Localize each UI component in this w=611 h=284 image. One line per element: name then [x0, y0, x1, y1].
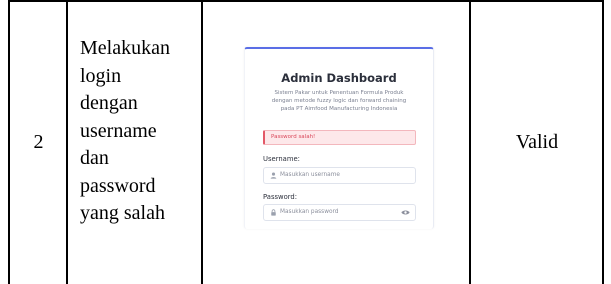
- row-result: Valid: [515, 130, 559, 153]
- password-placeholder: Masukkan password: [280, 209, 339, 215]
- eye-icon[interactable]: [401, 209, 410, 216]
- username-label: Username:: [263, 155, 300, 163]
- subtitle-line: pada PT Aimfood Manufacturing Indonesia: [280, 106, 398, 112]
- row-description: Melakukan login dengan username dan pass…: [80, 35, 200, 228]
- subtitle-line: Sistem Pakar untuk Penentuan Formula Pro…: [274, 90, 404, 96]
- description-line: dengan: [80, 92, 138, 114]
- description-line: login: [80, 64, 122, 87]
- row-number: 2: [33, 130, 44, 153]
- username-placeholder: Masukkan username: [280, 172, 340, 178]
- description-line: dan: [80, 147, 109, 169]
- password-field[interactable]: Masukkan password: [263, 204, 416, 221]
- login-screenshot: Admin Dashboard Sistem Pakar untuk Penen…: [244, 47, 434, 229]
- description-line: username: [80, 119, 157, 142]
- test-case-table: 2 Melakukan login dengan username dan pa…: [0, 0, 611, 284]
- password-label: Password:: [263, 193, 298, 201]
- dashboard-subtitle: Sistem Pakar untuk Penentuan Formula Pro…: [255, 89, 423, 113]
- table-border-col2: [201, 0, 203, 284]
- error-alert: Password salah!: [263, 130, 416, 145]
- description-line: Melakukan: [80, 37, 170, 59]
- subtitle-line: dengan metode fuzzy logic dan forward ch…: [271, 98, 407, 104]
- lock-icon: [271, 209, 276, 216]
- dashboard-title: Admin Dashboard: [281, 71, 397, 85]
- user-icon: [270, 172, 277, 179]
- username-field[interactable]: Masukkan username: [263, 167, 416, 184]
- description-line: password: [80, 174, 156, 197]
- description-line: yang salah: [80, 202, 165, 224]
